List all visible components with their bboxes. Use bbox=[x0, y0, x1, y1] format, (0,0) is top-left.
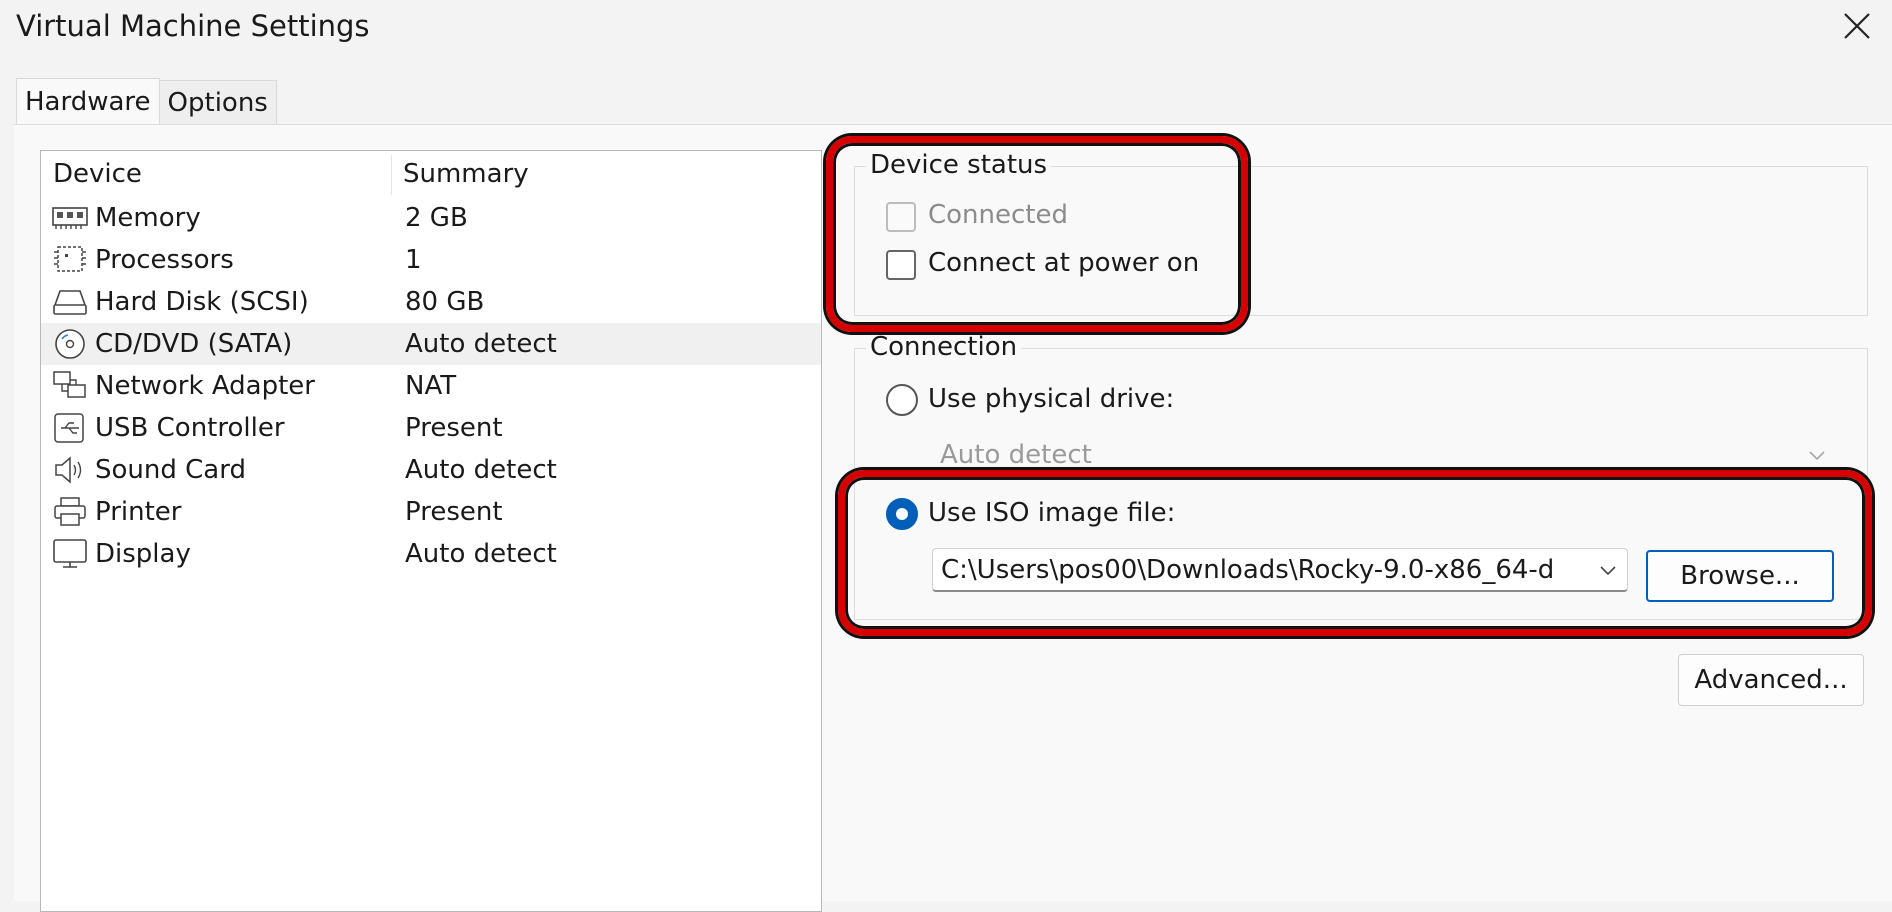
title-bar: Virtual Machine Settings bbox=[0, 0, 1892, 56]
use-physical-drive-radio[interactable] bbox=[886, 384, 918, 416]
physical-drive-value: Auto detect bbox=[940, 440, 1092, 470]
chevron-down-icon bbox=[1809, 451, 1825, 461]
tab-options[interactable]: Options bbox=[159, 80, 277, 125]
browse-button-label: Browse... bbox=[1680, 561, 1800, 591]
device-summary: Auto detect bbox=[405, 329, 557, 359]
processor-icon bbox=[54, 246, 86, 272]
physical-drive-select[interactable]: Auto detect bbox=[932, 434, 1836, 478]
device-name: Sound Card bbox=[95, 455, 246, 485]
memory-icon bbox=[52, 207, 88, 229]
device-list-header: Device Summary bbox=[41, 151, 821, 197]
device-status-label: Device status bbox=[866, 150, 1052, 180]
device-row-processors[interactable]: Processors 1 bbox=[41, 239, 821, 281]
close-button[interactable] bbox=[1822, 0, 1892, 52]
advanced-button[interactable]: Advanced... bbox=[1678, 654, 1864, 706]
display-icon bbox=[53, 539, 87, 568]
hard-disk-icon bbox=[53, 290, 87, 315]
device-summary: NAT bbox=[405, 371, 457, 401]
device-summary: Present bbox=[405, 497, 503, 527]
tab-bar: Hardware Options bbox=[16, 78, 277, 125]
usb-icon bbox=[54, 413, 84, 443]
device-name: Memory bbox=[95, 203, 201, 233]
device-summary: Present bbox=[405, 413, 503, 443]
browse-button[interactable]: Browse... bbox=[1646, 550, 1834, 602]
device-name: Network Adapter bbox=[95, 371, 315, 401]
use-physical-drive-label[interactable]: Use physical drive: bbox=[928, 384, 1174, 414]
connect-at-power-on-label[interactable]: Connect at power on bbox=[928, 248, 1199, 278]
device-summary: 80 GB bbox=[405, 287, 485, 317]
connection-label: Connection bbox=[866, 332, 1022, 362]
connected-label: Connected bbox=[928, 200, 1069, 230]
printer-icon bbox=[54, 497, 86, 526]
column-separator bbox=[391, 155, 392, 195]
tab-hardware[interactable]: Hardware bbox=[16, 78, 160, 125]
device-row-display[interactable]: Display Auto detect bbox=[41, 533, 821, 575]
device-status-group bbox=[854, 166, 1868, 316]
device-row-sound-card[interactable]: Sound Card Auto detect bbox=[41, 449, 821, 491]
use-iso-image-radio[interactable] bbox=[886, 498, 918, 530]
iso-path-value: C:\Users\pos00\Downloads\Rocky-9.0-x86_6… bbox=[941, 555, 1555, 585]
device-row-hard-disk[interactable]: Hard Disk (SCSI) 80 GB bbox=[41, 281, 821, 323]
connect-at-power-on-checkbox[interactable] bbox=[886, 250, 916, 280]
device-row-memory[interactable]: Memory 2 GB bbox=[41, 197, 821, 239]
window-title: Virtual Machine Settings bbox=[16, 9, 370, 43]
device-summary: Auto detect bbox=[405, 539, 557, 569]
device-name: Hard Disk (SCSI) bbox=[95, 287, 309, 317]
connected-checkbox[interactable] bbox=[886, 202, 916, 232]
close-icon bbox=[1844, 13, 1870, 39]
speaker-icon bbox=[55, 456, 82, 484]
device-row-network-adapter[interactable]: Network Adapter NAT bbox=[41, 365, 821, 407]
use-iso-image-label[interactable]: Use ISO image file: bbox=[928, 498, 1175, 528]
device-name: Processors bbox=[95, 245, 234, 275]
device-name: USB Controller bbox=[95, 413, 285, 443]
device-list[interactable]: Device Summary Memory 2 GB Processors 1 … bbox=[40, 150, 822, 912]
device-row-usb-controller[interactable]: USB Controller Present bbox=[41, 407, 821, 449]
cd-dvd-icon bbox=[55, 329, 85, 359]
device-row-cd-dvd[interactable]: CD/DVD (SATA) Auto detect bbox=[41, 323, 821, 365]
device-name: CD/DVD (SATA) bbox=[95, 329, 293, 359]
column-header-device[interactable]: Device bbox=[53, 159, 142, 189]
device-name: Display bbox=[95, 539, 191, 569]
device-row-printer[interactable]: Printer Present bbox=[41, 491, 821, 533]
chevron-down-icon bbox=[1600, 566, 1616, 576]
iso-path-combobox[interactable]: C:\Users\pos00\Downloads\Rocky-9.0-x86_6… bbox=[932, 548, 1628, 592]
device-name: Printer bbox=[95, 497, 182, 527]
column-header-summary[interactable]: Summary bbox=[403, 159, 529, 189]
device-summary: Auto detect bbox=[405, 455, 557, 485]
network-adapter-icon bbox=[53, 371, 86, 398]
device-summary: 1 bbox=[405, 245, 422, 275]
device-summary: 2 GB bbox=[405, 203, 468, 233]
advanced-button-label: Advanced... bbox=[1694, 665, 1848, 695]
